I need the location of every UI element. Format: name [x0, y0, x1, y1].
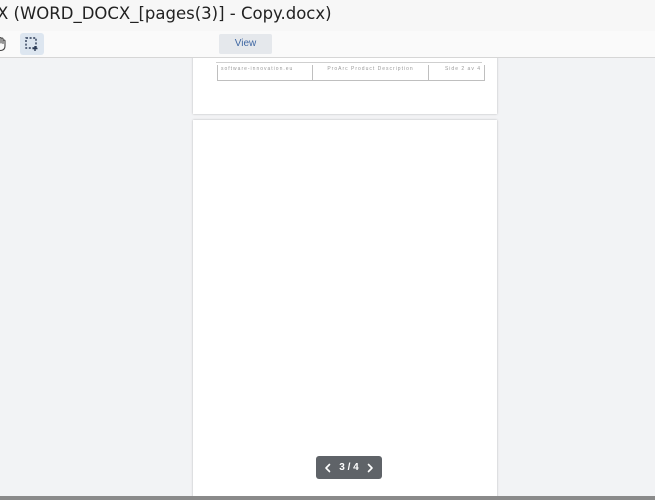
footer-center-text: ProArc Product Description — [313, 65, 429, 80]
hand-tool-button[interactable] — [0, 33, 8, 55]
page-indicator: 3 / 4 — [339, 462, 359, 473]
hand-icon — [0, 36, 6, 52]
previous-page-button[interactable] — [321, 460, 335, 476]
marquee-select-tool-button[interactable] — [20, 33, 44, 55]
next-page-button[interactable] — [363, 460, 377, 476]
footer-rule — [216, 62, 482, 63]
chevron-right-icon — [367, 463, 373, 472]
document-viewer[interactable]: software-innovation.eu ProArc Product De… — [0, 58, 655, 496]
page-2: software-innovation.eu ProArc Product De… — [193, 58, 497, 114]
window-bottom-edge — [0, 496, 655, 500]
window-title: X (WORD_DOCX_[pages(3)] - Copy.docx) — [0, 4, 332, 23]
page-footer: software-innovation.eu ProArc Product De… — [217, 65, 485, 81]
toolbar: View — [0, 31, 655, 58]
page-navigator: 3 / 4 — [316, 456, 382, 479]
view-button[interactable]: View — [219, 34, 272, 54]
marquee-select-icon — [25, 37, 38, 51]
page-3 — [193, 120, 497, 496]
footer-right-text: Side 2 av 4 — [444, 66, 481, 72]
chevron-left-icon — [325, 463, 331, 472]
footer-left-text: software-innovation.eu — [218, 65, 313, 80]
title-bar: X (WORD_DOCX_[pages(3)] - Copy.docx) — [0, 0, 655, 32]
